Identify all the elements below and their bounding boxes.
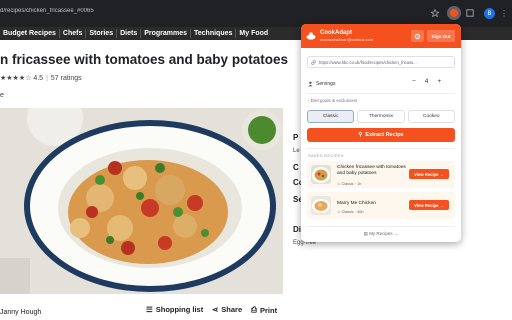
nav-item[interactable]: Programmes	[141, 29, 192, 38]
share-icon: ⋖	[212, 305, 219, 314]
sidebar-heading: P	[293, 133, 299, 142]
recipe-thumbnail	[311, 165, 331, 184]
link-icon	[311, 60, 316, 65]
printer-icon: ⎙	[251, 305, 257, 314]
nav-item[interactable]: Techniques	[191, 29, 237, 38]
mode-cookeo[interactable]: Cookeo	[407, 110, 455, 123]
recipe-photo	[0, 108, 283, 294]
nav-item[interactable]: Stories	[86, 29, 118, 38]
popup-header: CookAdapt mounachahnan@outlook.com Sign …	[301, 24, 461, 48]
settings-button[interactable]	[411, 30, 424, 42]
brand-name: CookAdapt	[320, 30, 352, 36]
saved-recipe-card[interactable]: Marry Me Chicken ♨ Classic · 40h View Re…	[307, 192, 455, 219]
servings-stepper[interactable]: − 4 +	[412, 78, 441, 85]
profile-avatar[interactable]: B	[484, 8, 495, 19]
browser-toolbar: d/recipes/chicken_fricassee_#0065 B ⋮	[0, 0, 512, 27]
share-button[interactable]: ⋖ Share	[212, 305, 242, 314]
extensions-icon[interactable]	[464, 7, 476, 19]
chevron-right-icon: ›	[308, 98, 310, 103]
list-icon: ☰	[146, 305, 153, 314]
chef-hat-icon: ♨	[337, 210, 341, 214]
recipe-url-field[interactable]: https://www.bbc.co.uk/food/recipes/chick…	[307, 56, 455, 68]
divider	[307, 148, 455, 149]
nav-item[interactable]: Diets	[117, 29, 142, 38]
recipe-title: n fricassee with tomatoes and baby potat…	[0, 52, 289, 67]
address-bar[interactable]: d/recipes/chicken_fricassee_#0065	[0, 8, 150, 14]
star-icon[interactable]	[429, 7, 441, 19]
meta-fragment: e	[0, 92, 4, 99]
sidebar-heading: Di	[293, 225, 301, 234]
cooking-mode-selector: Classic Thermomix Cookeo	[307, 110, 455, 123]
saved-recipe-meta: ♨ Classic · 40h	[337, 210, 364, 214]
nav-item[interactable]: Budget Recipes	[0, 29, 60, 38]
recipe-thumbnail	[311, 196, 331, 215]
view-recipe-button[interactable]: View Recipe →	[409, 169, 449, 179]
extract-recipe-button[interactable]: ⚲ Extract Recipe	[307, 128, 455, 142]
star-icon: ★★★★☆	[0, 75, 32, 82]
nav-item[interactable]: My Food	[236, 29, 271, 38]
cookadapt-extension-icon[interactable]	[447, 6, 461, 20]
gear-icon	[414, 33, 421, 39]
saved-recipe-card[interactable]: Chicken fricassee with tomatoes and baby…	[307, 161, 455, 188]
shopping-list-button[interactable]: ☰ Shopping list	[146, 305, 203, 314]
sign-out-button[interactable]: Sign Out	[427, 30, 455, 42]
servings-value: 4	[424, 78, 429, 85]
menu-icon[interactable]: ⋮	[498, 7, 510, 19]
servings-label: Servings	[308, 81, 335, 87]
saved-recipes-heading: SAVED RECIPES	[308, 153, 344, 158]
magic-wand-icon: ⚲	[358, 132, 363, 138]
divider	[307, 93, 455, 94]
mode-thermomix[interactable]: Thermomix	[357, 110, 405, 123]
nav-item[interactable]: Chefs	[60, 29, 87, 38]
sidebar-heading: C	[293, 163, 299, 172]
people-icon	[308, 81, 313, 87]
sidebar-text: Le	[293, 148, 300, 154]
view-recipe-button[interactable]: View Recipe →	[409, 200, 449, 210]
diet-goals-toggle[interactable]: › Diet goals & exclusions	[308, 98, 357, 103]
ratings-count: 57 ratings	[50, 75, 82, 82]
saved-recipe-meta: ♨ Classic · 1h	[337, 182, 362, 186]
author-name[interactable]: Janny Hough	[0, 309, 41, 316]
saved-recipe-name: Chicken fricassee with tomatoes and baby…	[337, 165, 406, 176]
decrement-button[interactable]: −	[412, 78, 416, 85]
divider	[307, 226, 455, 227]
cookadapt-logo-icon	[306, 32, 316, 40]
mode-classic[interactable]: Classic	[307, 110, 355, 123]
cookadapt-popup: CookAdapt mounachahnan@outlook.com Sign …	[301, 24, 461, 242]
user-email: mounachahnan@outlook.com	[320, 37, 374, 42]
book-icon: ▤	[363, 231, 368, 236]
my-recipes-link[interactable]: ▤ My Recipes →	[301, 231, 461, 237]
print-button[interactable]: ⎙ Print	[251, 305, 277, 315]
increment-button[interactable]: +	[437, 78, 441, 85]
rating-row[interactable]: ★★★★☆ 4.5 | 57 ratings	[0, 74, 82, 82]
rating-value: 4.5	[33, 75, 44, 82]
saved-recipe-name: Marry Me Chicken	[337, 201, 376, 206]
chef-hat-icon: ♨	[337, 182, 341, 186]
